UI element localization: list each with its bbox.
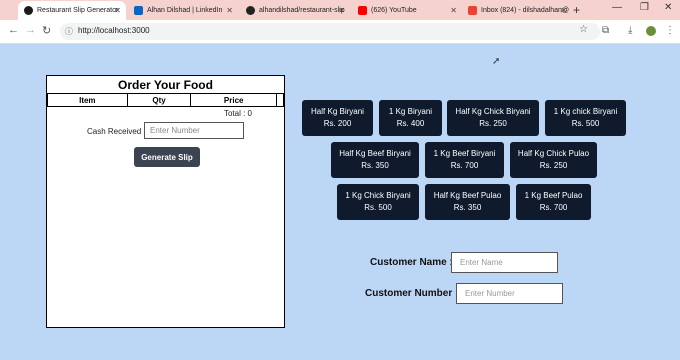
menu-item-1-kg-biryani[interactable]: 1 Kg Biryani Rs. 400 [379,100,442,136]
menu-item-name: Half Kg Biryani [311,107,364,116]
menu-item-name: Half Kg Chick Pulao [517,149,590,158]
tab-youtube[interactable]: (626) YouTube ✕ [352,1,462,20]
more-menu-icon[interactable]: ⋮ [665,25,675,36]
generate-slip-button[interactable]: Generate Slip [134,147,200,167]
tab-label: Inbox (824) - dilshadalhan@ [481,7,570,14]
menu-item-price: Rs. 350 [361,161,389,170]
profile-avatar[interactable] [646,26,656,36]
menu-item-price: Rs. 700 [539,203,568,212]
browser-tab-bar: Restaurant Slip Generator ✕ Alhan Dilsha… [0,0,680,20]
column-header-price: Price [190,93,278,107]
menu-item-name: 1 Kg Beef Biryani [433,149,496,158]
tab-github[interactable]: alhandilshad/restaurant-slip ✕ [240,1,350,20]
order-panel: Order Your Food Item Qty Price Total : 0… [46,75,285,328]
menu-item-name: 1 Kg Beef Pulao [524,191,583,200]
column-header-item: Item [47,93,128,107]
menu-item-name: 1 Kg chick Biryani [553,107,618,116]
menu-item-half-kg-biryani[interactable]: Half Kg Biryani Rs. 200 [302,100,373,136]
bookmark-star-icon[interactable]: ☆ [579,24,588,35]
menu-item-1-kg-beef-biryani[interactable]: 1 Kg Beef Biryani Rs. 700 [425,142,504,178]
customer-number-label: Customer Number : [365,288,459,299]
window-close-icon[interactable]: ✕ [664,2,672,13]
menu-item-1-kg-chick-biryani-2[interactable]: 1 Kg Chick Biryani Rs. 500 [337,184,419,220]
menu-item-half-kg-chick-biryani[interactable]: Half Kg Chick Biryani Rs. 250 [447,100,539,136]
menu-item-price: Rs. 200 [323,119,352,128]
address-bar: ← → ↻ ⓘ http://localhost:3000 ☆ ⧉ ⤓ ⋮ [0,20,680,44]
menu-item-1-kg-beef-pulao[interactable]: 1 Kg Beef Pulao Rs. 700 [516,184,591,220]
menu-item-price: Rs. 250 [479,119,507,128]
customer-number-input[interactable] [456,283,563,304]
url-bar[interactable]: ⓘ http://localhost:3000 ☆ [60,23,600,40]
tab-label: (626) YouTube [371,7,417,14]
tab-label: Restaurant Slip Generator [37,7,119,14]
column-header-extra [276,93,284,107]
order-title: Order Your Food [118,78,213,92]
table-header-row: Item Qty Price [47,93,284,107]
menu-item-price: Rs. 250 [539,161,568,170]
tab-linkedin[interactable]: Alhan Dilshad | LinkedIn ✕ [128,1,238,20]
menu-item-price: Rs. 500 [571,119,600,128]
menu-item-name: Half Kg Chick Biryani [455,107,531,116]
reload-icon[interactable]: ↻ [42,24,51,37]
menu-item-price: Rs. 350 [453,203,482,212]
cash-received-input[interactable] [144,122,244,139]
cash-received-label: Cash Received : [87,127,146,136]
menu-item-name: 1 Kg Chick Biryani [345,191,411,200]
minimize-icon[interactable]: — [612,2,622,13]
menu-item-half-kg-beef-pulao[interactable]: Half Kg Beef Pulao Rs. 350 [425,184,510,220]
close-icon[interactable]: ✕ [338,6,345,15]
url-text: http://localhost:3000 [78,26,150,35]
restore-icon[interactable]: ❐ [640,2,649,13]
order-table: Item Qty Price [47,93,284,107]
tab-label: alhandilshad/restaurant-slip [259,7,345,14]
close-icon[interactable]: ✕ [114,6,121,15]
app-icon [24,6,33,15]
close-icon[interactable]: ✕ [226,6,233,15]
mouse-pointer-icon: ➚ [492,56,501,67]
customer-name-label: Customer Name : [370,257,453,268]
download-icon[interactable]: ⤓ [628,25,632,36]
order-total: Total : 0 [223,109,252,118]
menu-item-price: Rs. 400 [396,119,425,128]
column-header-qty: Qty [126,93,192,107]
youtube-icon [358,6,367,15]
menu-item-name: 1 Kg Biryani [388,107,433,116]
menu-item-half-kg-beef-biryani[interactable]: Half Kg Beef Biryani Rs. 350 [331,142,419,178]
tab-restaurant-slip-generator[interactable]: Restaurant Slip Generator ✕ [18,1,126,20]
customer-name-input[interactable] [451,252,558,273]
menu-item-name: Half Kg Beef Biryani [339,149,411,158]
menu-item-1-kg-chick-biryani[interactable]: 1 Kg chick Biryani Rs. 500 [545,100,626,136]
github-icon [246,6,255,15]
close-icon[interactable]: ✕ [450,6,457,15]
info-icon[interactable]: ⓘ [65,26,73,37]
new-tab-icon[interactable]: + [573,3,580,17]
tab-gmail[interactable]: Inbox (824) - dilshadalhan@ ✕ [462,1,572,20]
back-arrow-icon[interactable]: ← [8,24,19,36]
linkedin-icon [134,6,143,15]
menu-item-price: Rs. 700 [450,161,479,170]
extensions-icon[interactable]: ⧉ [602,25,609,36]
close-icon[interactable]: ✕ [560,6,567,15]
forward-arrow-icon[interactable]: → [25,24,36,36]
menu-item-price: Rs. 500 [364,203,392,212]
menu-item-half-kg-chick-pulao[interactable]: Half Kg Chick Pulao Rs. 250 [510,142,597,178]
tab-label: Alhan Dilshad | LinkedIn [147,7,223,14]
gmail-icon [468,6,477,15]
menu-item-name: Half Kg Beef Pulao [433,191,502,200]
